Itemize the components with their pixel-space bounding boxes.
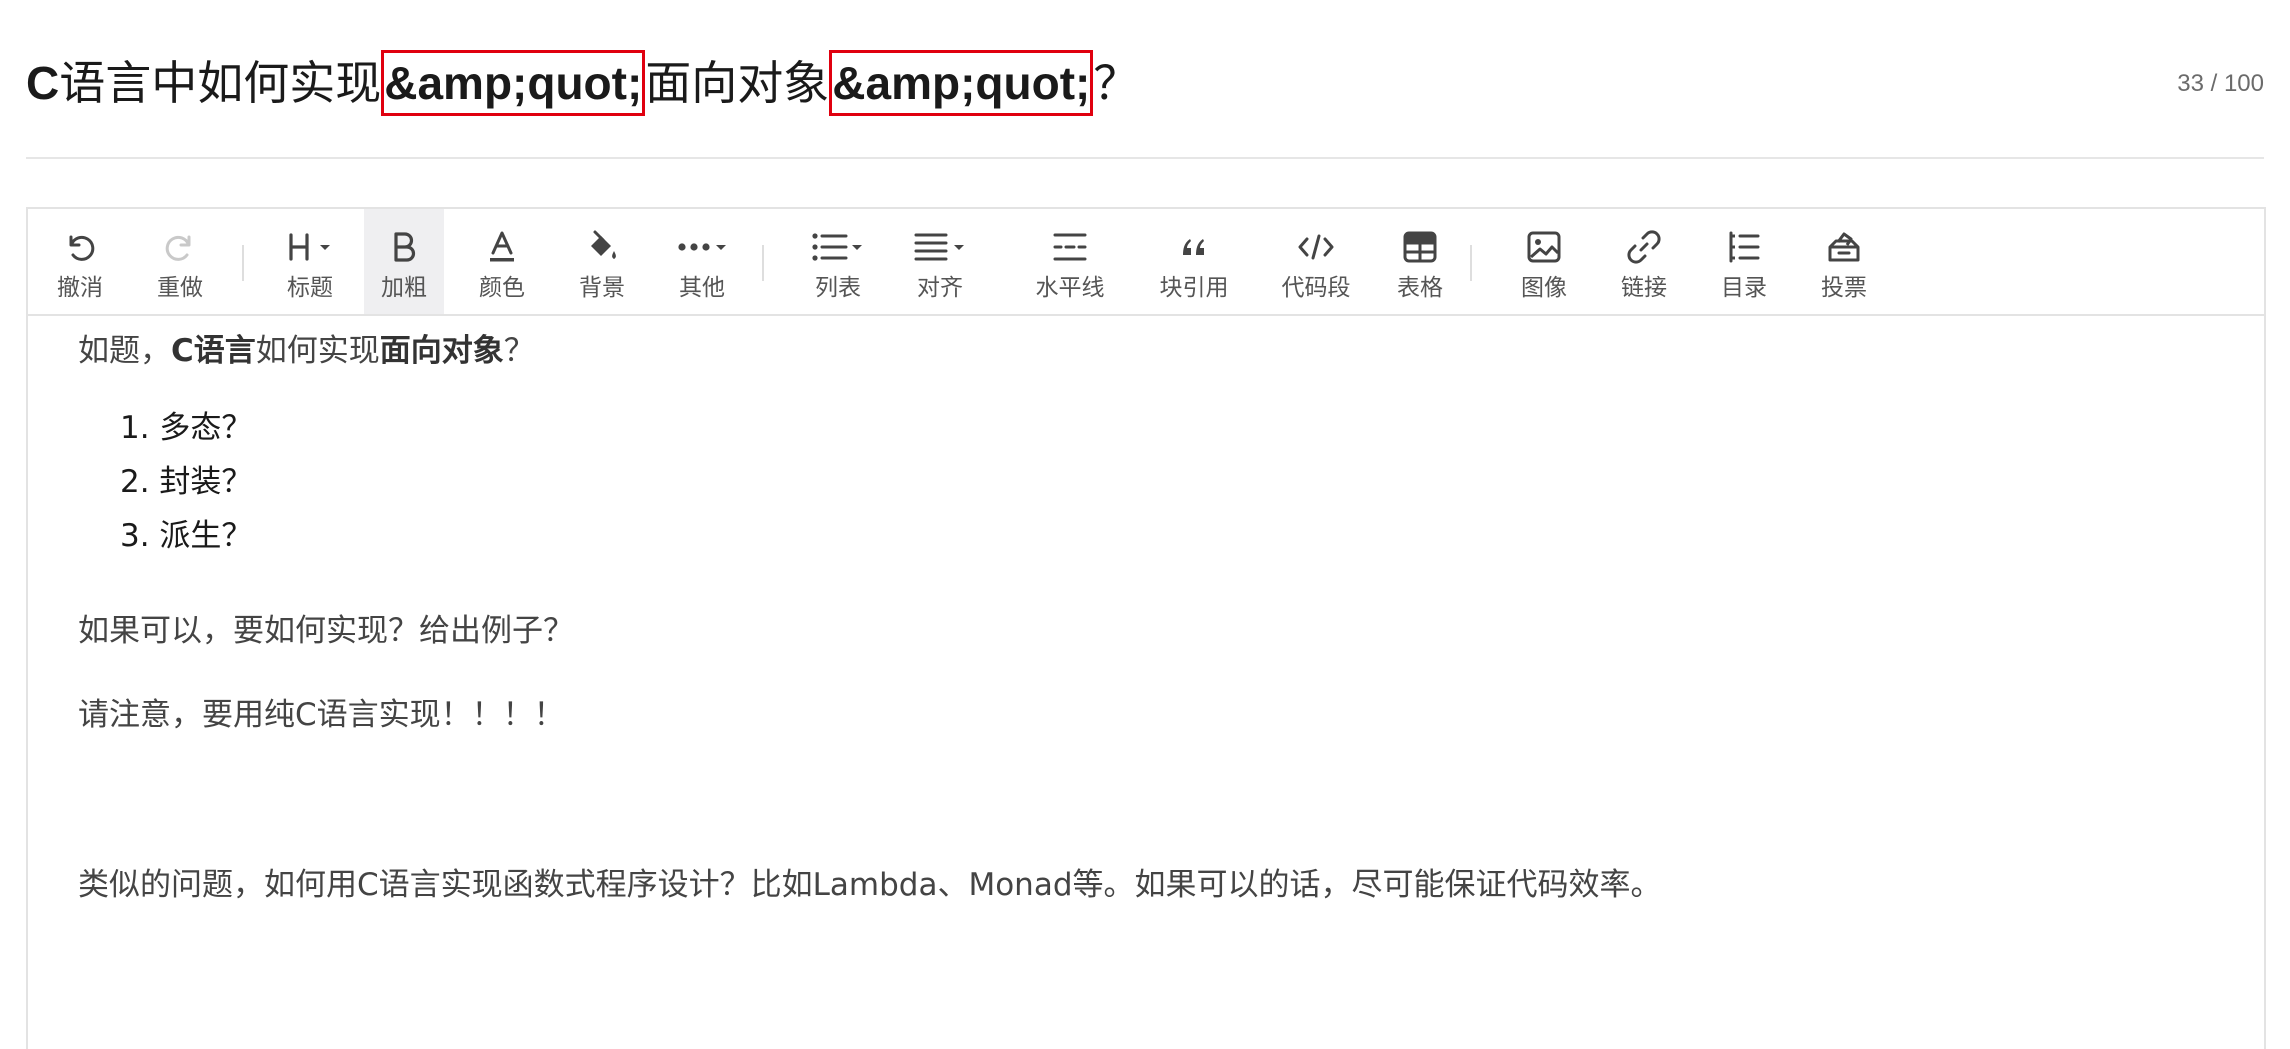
paragraph-example: 如果可以，要如何实现？给出例子？ (78, 613, 574, 649)
table-icon (1402, 223, 1438, 271)
intro-text-c: 如何实现 (255, 333, 380, 369)
code-block-button[interactable]: 代码段 (1264, 209, 1368, 314)
toolbar-separator (762, 245, 764, 281)
intro-bold-oop: 面向对象 (379, 333, 504, 369)
toolbar-separator (1470, 245, 1472, 281)
toc-label: 目录 (1721, 275, 1767, 301)
paint-bucket-icon (584, 223, 620, 271)
redo-icon (162, 223, 198, 271)
title-suffix: ？ (1093, 56, 1140, 110)
highlight-box-1: &amp;quot; (381, 50, 646, 116)
paragraph-similar: 类似的问题，如何用C语言实现函数式程序设计？比如Lambda、Monad等。如果… (78, 867, 1662, 903)
font-color-button[interactable]: 颜色 (468, 209, 536, 314)
intro-bold-c-language: C语言 (171, 333, 256, 369)
toc-button[interactable]: 目录 (1710, 209, 1778, 314)
blockquote-button[interactable]: 块引用 (1142, 209, 1246, 314)
horizontal-rule-icon (1052, 223, 1088, 271)
more-icon (674, 223, 730, 271)
undo-label: 撤消 (57, 275, 103, 301)
background-color-label: 背景 (579, 275, 625, 301)
list-item: 2. 封装？ (120, 464, 253, 500)
title-text-1: 语言中如何实现 (59, 56, 382, 110)
redo-button[interactable]: 重做 (146, 209, 214, 314)
list-button[interactable]: 列表 (796, 209, 880, 314)
heading-button[interactable]: 标题 (276, 209, 344, 314)
vote-icon (1826, 223, 1862, 271)
list-item: 1. 多态？ (120, 410, 253, 446)
intro-text-e: ？ (503, 333, 535, 369)
font-color-icon (484, 223, 520, 271)
link-button[interactable]: 链接 (1610, 209, 1678, 314)
horizontal-rule-label: 水平线 (1035, 275, 1105, 301)
more-label: 其他 (679, 275, 725, 301)
align-icon (912, 223, 968, 271)
intro-paragraph: 如题，C语言如何实现面向对象？ (78, 329, 535, 373)
code-block-label: 代码段 (1281, 275, 1351, 301)
align-label: 对齐 (917, 275, 963, 301)
heading-label: 标题 (287, 275, 333, 301)
redo-label: 重做 (157, 275, 203, 301)
highlight-box-2: &amp;quot; (829, 50, 1094, 116)
link-icon (1626, 223, 1662, 271)
bold-label: 加粗 (381, 275, 427, 301)
question-title[interactable]: C语言中如何实现&amp;quot;面向对象&amp;quot;？ (26, 50, 1139, 116)
title-prefix: C (26, 57, 60, 109)
title-text-2: 面向对象 (645, 56, 830, 110)
image-button[interactable]: 图像 (1510, 209, 1578, 314)
heading-icon (285, 223, 335, 271)
image-icon (1526, 223, 1562, 271)
paragraph-note: 请注意，要用纯C语言实现！！！！ (78, 697, 565, 733)
quote-icon (1176, 223, 1212, 271)
undo-button[interactable]: 撤消 (46, 209, 114, 314)
bold-icon (386, 223, 422, 271)
vote-label: 投票 (1821, 275, 1867, 301)
title-row: C语言中如何实现&amp;quot;面向对象&amp;quot;？ 33 / 1… (26, 40, 2264, 120)
link-label: 链接 (1621, 275, 1667, 301)
align-button[interactable]: 对齐 (898, 209, 982, 314)
undo-icon (62, 223, 98, 271)
editor-toolbar: 撤消 重做 标题 加粗 颜色 背景 其他 列表 对齐 水平线 块引用 代码段 表… (28, 209, 2264, 316)
intro-text-a: 如题， (78, 333, 171, 369)
list-item: 3. 派生？ (120, 518, 253, 554)
font-color-label: 颜色 (479, 275, 525, 301)
more-button[interactable]: 其他 (660, 209, 744, 314)
rich-text-editor: 撤消 重做 标题 加粗 颜色 背景 其他 列表 对齐 水平线 块引用 代码段 表… (26, 207, 2266, 1049)
background-color-button[interactable]: 背景 (568, 209, 636, 314)
list-icon (810, 223, 866, 271)
title-char-counter: 33 / 100 (2177, 70, 2264, 97)
horizontal-rule-button[interactable]: 水平线 (1018, 209, 1122, 314)
toolbar-separator (242, 245, 244, 281)
table-button[interactable]: 表格 (1380, 209, 1460, 314)
bold-button[interactable]: 加粗 (364, 209, 444, 314)
image-label: 图像 (1521, 275, 1567, 301)
toc-icon (1726, 223, 1762, 271)
vote-button[interactable]: 投票 (1810, 209, 1878, 314)
title-divider (26, 157, 2264, 159)
table-label: 表格 (1397, 275, 1443, 301)
blockquote-label: 块引用 (1159, 275, 1229, 301)
code-icon (1296, 223, 1336, 271)
list-label: 列表 (815, 275, 861, 301)
ordered-list: 1. 多态？ 2. 封装？ 3. 派生？ (120, 401, 252, 563)
